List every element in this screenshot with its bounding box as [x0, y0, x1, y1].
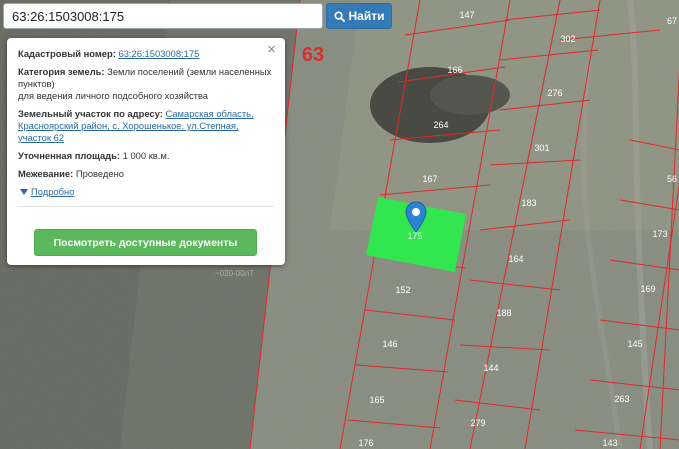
area-label: Уточненная площадь: [18, 150, 121, 161]
cadastral-number-row: Кадастровый номер: 63:26:1503008:175 [18, 48, 274, 60]
land-purpose: для ведения личного подсобного хозяйства [18, 90, 209, 101]
view-documents-button[interactable]: Посмотреть доступные документы [34, 229, 257, 256]
land-category-label: Категория земель: [18, 66, 105, 77]
parcel-label: 67 [667, 16, 677, 26]
close-icon[interactable]: × [265, 42, 278, 57]
details-toggle[interactable]: Подробно [20, 186, 74, 198]
parcel-label: 56 [667, 174, 677, 184]
popup-divider [18, 206, 274, 207]
parcel-label: 188 [496, 308, 511, 318]
area-row: Уточненная площадь: 1 000 кв.м. [18, 150, 274, 162]
survey-label: Межевание: [18, 168, 74, 179]
parcel-label: 166 [447, 65, 462, 75]
address-row: Земельный участок по адресу: Самарская о… [18, 108, 274, 144]
parcel-label: 279 [470, 418, 485, 428]
parcel-label: 152 [395, 285, 410, 295]
parcel-label: 147 [459, 10, 474, 20]
search-input[interactable] [4, 4, 322, 28]
region-label: 63 [302, 44, 324, 66]
search-icon [333, 10, 345, 22]
parcel-label: 264 [433, 120, 448, 130]
search-box [3, 3, 323, 29]
parcel-label: 143 [602, 438, 617, 448]
parcel-label: 165 [369, 395, 384, 405]
search-button-label: Найти [348, 9, 385, 23]
parcel-label: 145 [627, 339, 642, 349]
details-label: Подробно [31, 186, 75, 197]
search-button[interactable]: Найти [326, 3, 392, 29]
area-value: 1 000 кв.м. [122, 150, 170, 161]
parcel-label: 183 [521, 198, 536, 208]
parcel-label: 169 [640, 284, 655, 294]
parcel-label: 176 [358, 438, 373, 448]
parcel-label: 164 [508, 254, 523, 264]
parcel-info-popup: × Кадастровый номер: 63:26:1503008:175 К… [7, 38, 285, 265]
cadastral-number-label: Кадастровый номер: [18, 48, 116, 59]
details-row: Подробно [18, 186, 274, 198]
caret-down-icon [20, 189, 28, 195]
parcel-label: 301 [534, 143, 549, 153]
parcel-label: 263 [614, 394, 629, 404]
survey-row: Межевание: Проведено [18, 168, 274, 180]
parcel-label: 146 [382, 339, 397, 349]
parcel-label: 167 [422, 174, 437, 184]
parcel-label: 144 [483, 363, 498, 373]
map-marker-icon[interactable] [405, 201, 427, 233]
cadastral-number-link[interactable]: 63:26:1503008:175 [118, 48, 199, 59]
survey-value: Проведено [75, 168, 124, 179]
land-category-row: Категория земель: Земли поселений (земли… [18, 66, 274, 102]
parcel-label: 173 [652, 229, 667, 239]
parcel-label: 302 [560, 34, 575, 44]
faint-map-text: ~020-00л7 [215, 269, 254, 278]
parcel-label: 276 [547, 88, 562, 98]
address-label: Земельный участок по адресу: [18, 108, 163, 119]
